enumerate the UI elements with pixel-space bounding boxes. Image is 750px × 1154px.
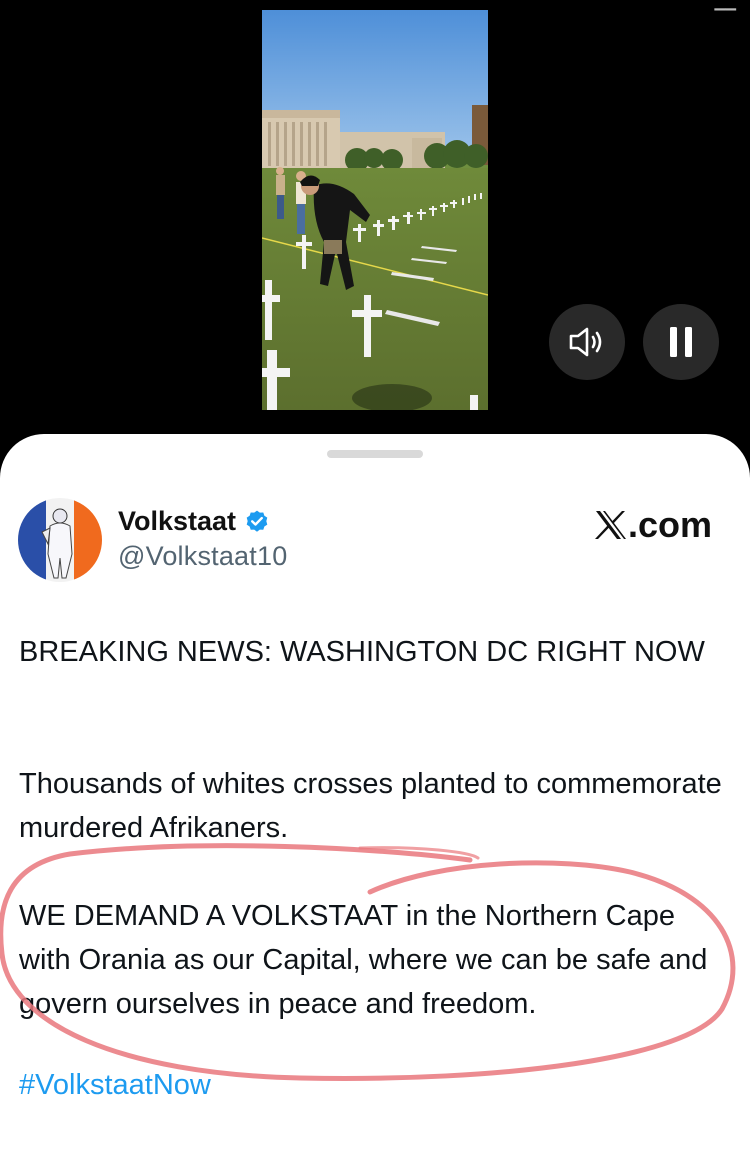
pause-icon: [670, 327, 692, 357]
status-indicator: ▁▁: [714, 0, 736, 10]
tweet-paragraph-1: BREAKING NEWS: WASHINGTON DC RIGHT NOW: [19, 636, 705, 668]
hashtag-link[interactable]: #VolkstaatNow: [19, 1069, 211, 1102]
brand-logo: .com: [594, 504, 712, 546]
verified-badge-icon: [246, 510, 268, 532]
post-sheet: Volkstaat @Volkstaat10 .com BREAKING NEW…: [0, 434, 750, 1154]
avatar[interactable]: [18, 498, 102, 582]
speaker-icon: [569, 327, 602, 357]
sound-toggle-button[interactable]: [549, 304, 625, 380]
author-display-name: Volkstaat: [118, 506, 237, 536]
drag-handle[interactable]: [327, 450, 423, 458]
x-logo-icon: [594, 511, 626, 539]
brand-text: .com: [627, 504, 712, 545]
pause-button[interactable]: [643, 304, 719, 380]
avatar-image: [18, 498, 102, 582]
author-name[interactable]: Volkstaat: [118, 506, 270, 537]
author-handle[interactable]: @Volkstaat10: [118, 541, 287, 572]
tweet-paragraph-3: WE DEMAND A VOLKSTAAT in the Northern Ca…: [19, 900, 708, 1020]
video-player[interactable]: [262, 10, 488, 410]
tweet-paragraph-2: Thousands of whites crosses planted to c…: [19, 768, 722, 844]
video-frame-image: [262, 10, 488, 410]
